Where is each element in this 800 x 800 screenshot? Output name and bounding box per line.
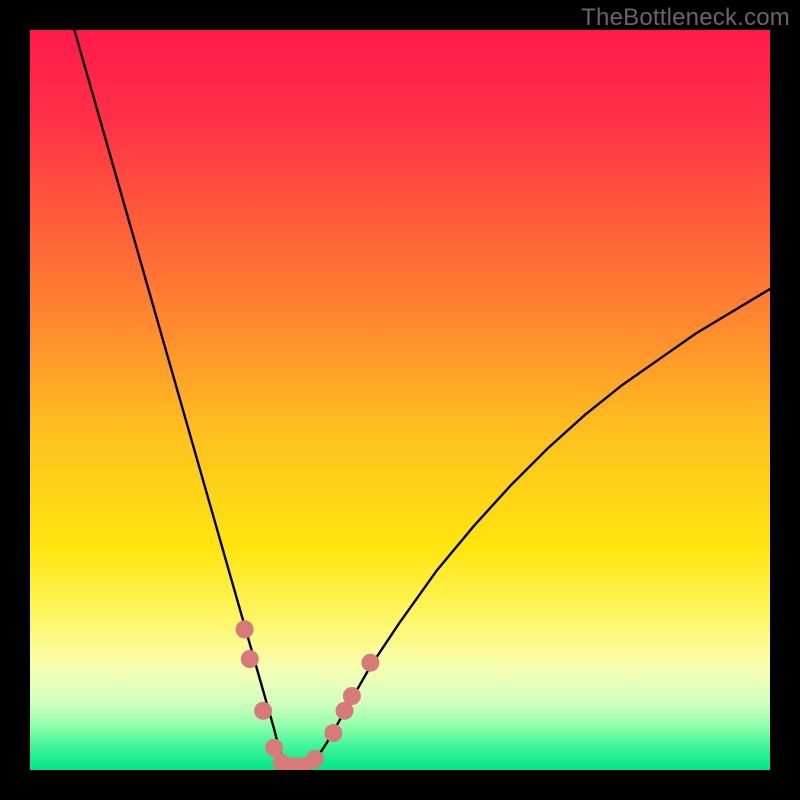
marker-point — [241, 650, 259, 668]
chart-container: TheBottleneck.com — [0, 0, 800, 800]
watermark-text: TheBottleneck.com — [581, 4, 790, 32]
marker-point — [324, 724, 342, 742]
chart-svg — [30, 30, 770, 770]
marker-point — [236, 620, 254, 638]
plot-area — [30, 30, 770, 770]
background-gradient — [30, 30, 770, 770]
marker-point — [343, 687, 361, 705]
marker-point — [254, 702, 272, 720]
marker-point — [306, 750, 324, 768]
marker-point — [361, 654, 379, 672]
